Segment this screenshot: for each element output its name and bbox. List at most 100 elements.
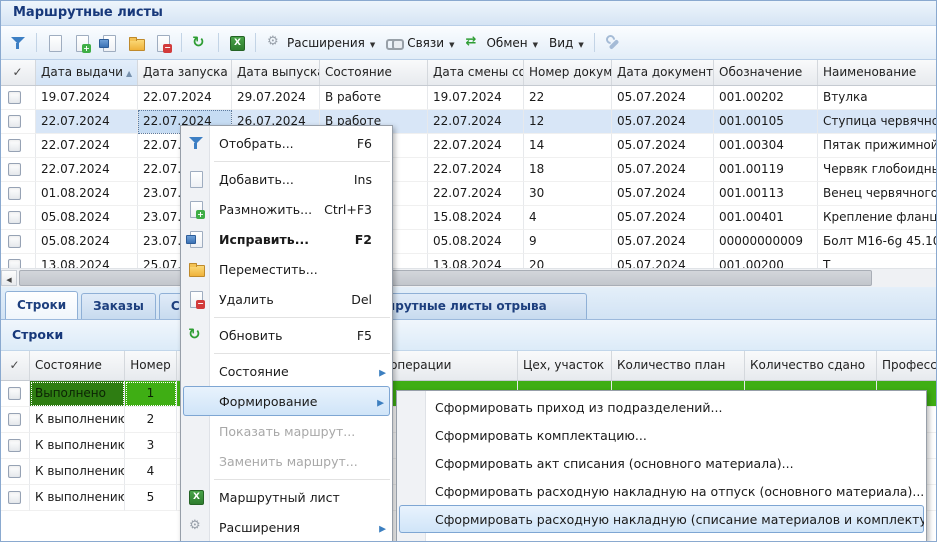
cell-date-issued[interactable]: 05.08.2024 (36, 230, 138, 254)
cell-doc-number[interactable]: 4 (524, 206, 612, 230)
row-checkbox[interactable] (8, 115, 21, 128)
route-sheet-row[interactable]: 22.07.2024 22.07.2024 22.07.2024 14 05.0… (0, 134, 937, 158)
cell-date-issued[interactable]: 22.07.2024 (36, 110, 138, 134)
row-checkbox[interactable] (8, 163, 21, 176)
cell-line-number[interactable]: 5 (125, 485, 177, 511)
cell-line-number[interactable]: 1 (125, 381, 177, 407)
cell-doc-date[interactable]: 05.07.2024 (612, 230, 714, 254)
cell-designation[interactable]: 001.00105 (714, 110, 818, 134)
cell-state-change-date[interactable]: 22.07.2024 (428, 110, 524, 134)
route-sheet-row[interactable]: 05.08.2024 23.07.2024 05.08.2024 9 05.07… (0, 230, 937, 254)
check-column-header[interactable]: ✓ (0, 351, 30, 380)
cell-doc-date[interactable]: 05.07.2024 (612, 134, 714, 158)
context-menu-item[interactable]: Добавить... Ins (181, 164, 392, 194)
refresh-button[interactable] (188, 31, 212, 55)
route-sheet-row[interactable]: 13.08.2024 25.07.2024 13.08.2024 20 05.0… (0, 254, 937, 268)
cell-doc-date[interactable]: 05.07.2024 (612, 254, 714, 268)
cell-doc-number[interactable]: 30 (524, 182, 612, 206)
column-header-doc-number[interactable]: Номер докум (524, 60, 612, 85)
route-sheet-row[interactable]: 22.07.2024 22.07.2024 26.07.2024 В работ… (0, 110, 937, 134)
cell-designation[interactable]: 001.00119 (714, 158, 818, 182)
route-sheet-row[interactable]: 19.07.2024 22.07.2024 29.07.2024 В работ… (0, 86, 937, 110)
cell-doc-date[interactable]: 05.07.2024 (612, 110, 714, 134)
cell-line-state[interactable]: Выполнено (30, 381, 125, 407)
context-menu-item[interactable]: Обновить F5 (181, 320, 392, 350)
cell-name[interactable]: Червяк глобоидный (818, 158, 937, 182)
cell-name[interactable]: Пятак прижимной (818, 134, 937, 158)
column-header-name[interactable]: Наименование (818, 60, 937, 85)
column-header-line-state[interactable]: Состояние (30, 351, 125, 380)
cell-doc-number[interactable]: 12 (524, 110, 612, 134)
context-menu-item[interactable]: Маршрутный лист (181, 482, 392, 512)
scrollbar-thumb[interactable] (19, 270, 872, 286)
cell-state-change-date[interactable]: 22.07.2024 (428, 158, 524, 182)
row-checkbox[interactable] (8, 187, 21, 200)
submenu-item[interactable]: Сформировать расходную накладную (списан… (399, 505, 924, 533)
cell-state-change-date[interactable]: 15.08.2024 (428, 206, 524, 230)
cell-designation[interactable]: 001.00113 (714, 182, 818, 206)
context-menu-item[interactable]: Показать маршрут... (181, 416, 392, 446)
context-menu-item[interactable]: Формирование (183, 386, 390, 416)
tab[interactable]: Заказы (81, 293, 156, 319)
row-checkbox[interactable] (8, 491, 21, 504)
context-menu-item[interactable]: Исправить... F2 (181, 224, 392, 254)
cell-state-change-date[interactable]: 22.07.2024 (428, 134, 524, 158)
cell-release-date[interactable]: 29.07.2024 (232, 86, 320, 110)
cell-line-number[interactable]: 2 (125, 407, 177, 433)
context-menu-item[interactable]: Размножить... Ctrl+F3 (181, 194, 392, 224)
column-header-state[interactable]: Состояние (320, 60, 428, 85)
row-checkbox[interactable] (8, 387, 21, 400)
cell-doc-date[interactable]: 05.07.2024 (612, 158, 714, 182)
column-header-qty-plan[interactable]: Количество план (612, 351, 745, 380)
row-checkbox[interactable] (8, 91, 21, 104)
context-menu-item[interactable]: Состояние (181, 356, 392, 386)
cell-name[interactable]: Болт М16-6g 45.109 (818, 230, 937, 254)
submenu-item[interactable]: Сформировать приход из подразделений... (397, 393, 926, 421)
cell-doc-date[interactable]: 05.07.2024 (612, 182, 714, 206)
column-header-workshop[interactable]: Цех, участок (518, 351, 612, 380)
cell-date-issued[interactable]: 22.07.2024 (36, 134, 138, 158)
cell-line-state[interactable]: К выполнению (30, 459, 125, 485)
column-header-line-number[interactable]: Номер (125, 351, 177, 380)
cell-state-change-date[interactable]: 05.08.2024 (428, 230, 524, 254)
extensions-button[interactable]: Расширения (262, 31, 379, 55)
cell-doc-number[interactable]: 18 (524, 158, 612, 182)
cell-designation[interactable]: 001.00200 (714, 254, 818, 268)
column-header-designation[interactable]: Обозначение (714, 60, 818, 85)
cell-line-state[interactable]: К выполнению (30, 407, 125, 433)
cell-name[interactable]: Крепление фланцев (818, 206, 937, 230)
route-sheet-row[interactable]: 22.07.2024 22.07.2024 22.07.2024 18 05.0… (0, 158, 937, 182)
add-button[interactable] (43, 31, 67, 55)
cell-doc-date[interactable]: 05.07.2024 (612, 86, 714, 110)
column-header-state-change-date[interactable]: Дата смены сос (428, 60, 524, 85)
column-header-date-issued[interactable]: Дата выдачи (36, 60, 138, 85)
submenu-item[interactable]: Сформировать расходную накладную на отпу… (397, 477, 926, 505)
cell-date-issued[interactable]: 13.08.2024 (36, 254, 138, 268)
cell-line-number[interactable]: 3 (125, 433, 177, 459)
move-button[interactable] (124, 31, 148, 55)
cell-name[interactable]: Т (818, 254, 937, 268)
cell-state[interactable]: В работе (320, 86, 428, 110)
cell-line-state[interactable]: К выполнению (30, 485, 125, 511)
row-checkbox[interactable] (8, 211, 21, 224)
view-button[interactable]: Вид (545, 31, 588, 55)
check-column-header[interactable]: ✓ (0, 60, 36, 85)
context-menu-item[interactable]: Переместить... (181, 254, 392, 284)
tab[interactable]: Строки (5, 291, 78, 319)
cell-doc-number[interactable]: 9 (524, 230, 612, 254)
column-header-release-date[interactable]: Дата выпуска (232, 60, 320, 85)
cell-name[interactable]: Втулка (818, 86, 937, 110)
cell-line-state[interactable]: К выполнению (30, 433, 125, 459)
edit-button[interactable] (97, 31, 121, 55)
row-checkbox[interactable] (8, 235, 21, 248)
exchange-button[interactable]: Обмен (461, 31, 542, 55)
cell-date-issued[interactable]: 19.07.2024 (36, 86, 138, 110)
column-header-qty-done[interactable]: Количество сдано (745, 351, 877, 380)
cell-date-issued[interactable]: 01.08.2024 (36, 182, 138, 206)
route-sheet-row[interactable]: 05.08.2024 23.07.2024 15.08.2024 4 05.07… (0, 206, 937, 230)
column-header-launch-date[interactable]: Дата запуска пл (138, 60, 232, 85)
submenu-item[interactable]: Сформировать акт списания (основного мат… (397, 449, 926, 477)
scroll-left-arrow[interactable] (1, 270, 17, 286)
cell-state-change-date[interactable]: 19.07.2024 (428, 86, 524, 110)
cell-doc-number[interactable]: 22 (524, 86, 612, 110)
